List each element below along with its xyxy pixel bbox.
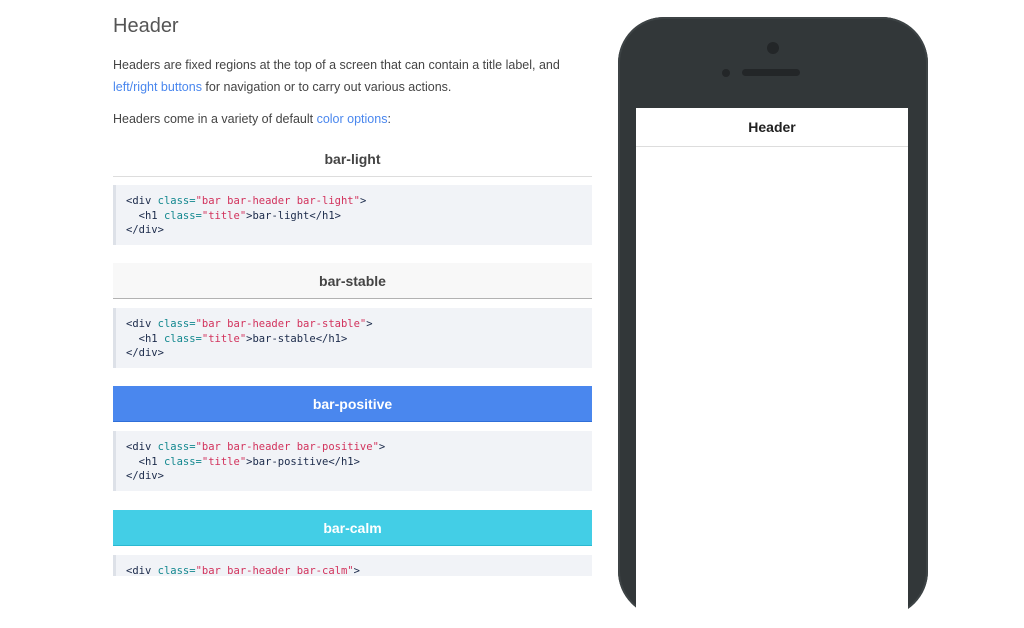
code-tag: <h1 (138, 332, 158, 345)
color-options-link[interactable]: color options (317, 112, 388, 126)
left-right-buttons-link[interactable]: left/right buttons (113, 80, 202, 94)
phone-header-title: Header (748, 119, 796, 135)
code-attr: class= (163, 455, 202, 468)
bar-stable-example: bar-stable (113, 263, 592, 299)
code-tag: </div> (126, 224, 164, 236)
code-attr: class= (157, 318, 196, 330)
code-string: "bar bar-header bar-calm" (195, 565, 354, 577)
code-tag: > (359, 195, 367, 207)
sensor-icon (722, 69, 730, 77)
code-attr: class= (157, 441, 196, 453)
variety-text: Headers come in a variety of default (113, 112, 317, 126)
code-tag: >bar-light</h1> (246, 209, 341, 222)
intro-text-end: for navigation or to carry out various a… (201, 80, 452, 94)
phone-header-bar: Header (636, 108, 908, 147)
code-tag: > (353, 565, 360, 577)
code-string: "title" (201, 332, 247, 345)
code-string: "bar bar-header bar-light" (195, 195, 360, 207)
code-tag: > (378, 441, 386, 453)
code-attr: class= (157, 195, 196, 207)
variety-paragraph: Headers come in a variety of default col… (113, 108, 593, 130)
intro-text: Headers are fixed regions at the top of … (113, 58, 560, 72)
phone-screen: Header (636, 108, 908, 628)
camera-icon (767, 42, 779, 54)
section-title: Header (113, 15, 179, 37)
bar-stable-code: <div class="bar bar-header bar-stable"> … (113, 308, 592, 368)
code-attr: class= (163, 209, 202, 222)
code-tag: <div (126, 318, 152, 330)
bar-light-example: bar-light (113, 141, 592, 177)
code-tag: </div> (126, 470, 164, 482)
code-tag: > (366, 318, 373, 330)
phone-preview: Header (618, 17, 928, 628)
intro-paragraph: Headers are fixed regions at the top of … (113, 54, 593, 98)
code-attr: class= (157, 565, 196, 577)
bar-calm-code: <div class="bar bar-header bar-calm"> (113, 555, 592, 577)
code-tag: >bar-stable</h1> (246, 332, 348, 345)
code-string: "bar bar-header bar-positive" (195, 441, 379, 453)
code-string: "title" (201, 455, 247, 468)
code-tag: <div (126, 195, 152, 207)
code-string: "bar bar-header bar-stable" (195, 318, 367, 330)
bar-positive-example: bar-positive (113, 386, 592, 422)
code-attr: class= (163, 332, 202, 345)
code-tag: <h1 (138, 209, 158, 222)
code-tag: >bar-positive</h1> (246, 455, 360, 468)
code-tag: <h1 (138, 455, 158, 468)
speaker-icon (742, 69, 800, 76)
code-tag: <div (126, 565, 152, 577)
code-tag: <div (126, 441, 152, 453)
variety-text-end: : (387, 112, 391, 126)
code-tag: </div> (126, 347, 164, 359)
bar-positive-code: <div class="bar bar-header bar-positive"… (113, 431, 592, 491)
bar-light-code: <div class="bar bar-header bar-light"> <… (113, 185, 592, 245)
code-string: "title" (201, 209, 247, 222)
bar-calm-example: bar-calm (113, 510, 592, 546)
